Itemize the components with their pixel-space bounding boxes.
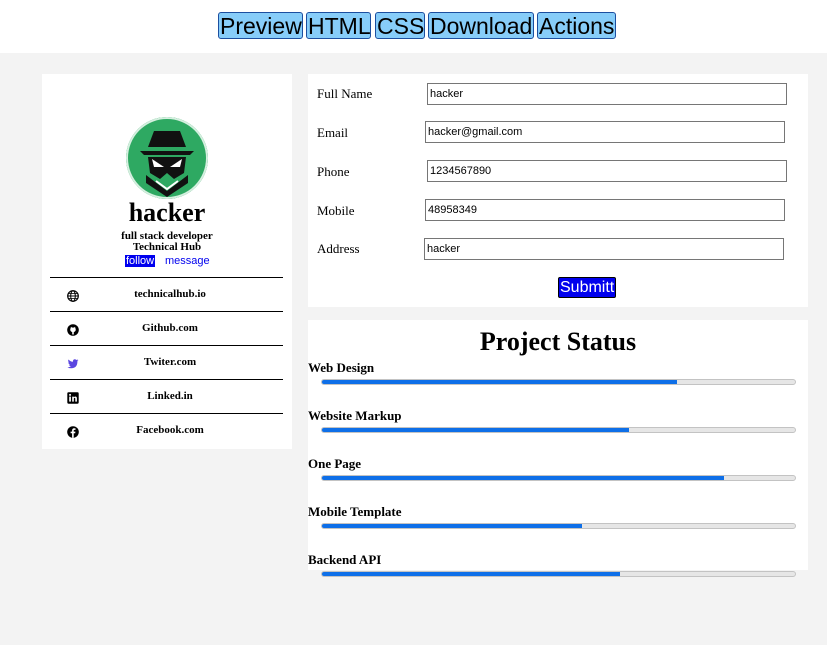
github-icon bbox=[67, 323, 79, 336]
progress-fill bbox=[322, 572, 620, 576]
progress-fill bbox=[322, 524, 583, 528]
profile-form: Full Name Email Phone Mobile Address Sub… bbox=[308, 74, 808, 307]
link-label: Github.com bbox=[142, 322, 198, 334]
project-status-title: Project Status bbox=[479, 327, 637, 356]
link-row-facebook[interactable]: Facebook.com bbox=[50, 413, 283, 447]
mobile-label: Mobile bbox=[317, 203, 355, 218]
actions-button[interactable]: Actions bbox=[537, 12, 616, 39]
project-status-panel: Project Status Web Design Website Markup… bbox=[308, 320, 808, 577]
submit-button[interactable]: Submitt bbox=[558, 277, 617, 298]
progress-bar bbox=[321, 379, 796, 385]
progress-label: Web Design bbox=[308, 360, 375, 375]
hacker-avatar-icon bbox=[126, 117, 208, 199]
message-link[interactable]: message bbox=[165, 255, 210, 267]
globe-icon bbox=[67, 289, 79, 302]
profile-org: Technical Hub bbox=[132, 241, 202, 253]
progress-fill bbox=[322, 428, 630, 432]
progress-bar bbox=[321, 427, 796, 433]
follow-button[interactable]: follow bbox=[125, 255, 156, 267]
download-button[interactable]: Download bbox=[428, 12, 534, 39]
profile-username: hacker bbox=[128, 198, 206, 227]
html-button[interactable]: HTML bbox=[306, 12, 371, 39]
address-label: Address bbox=[317, 241, 360, 256]
email-label: Email bbox=[317, 125, 349, 140]
profile-card: hacker full stack developer Technical Hu… bbox=[42, 74, 292, 449]
link-label: Facebook.com bbox=[136, 424, 204, 436]
mobile-input[interactable] bbox=[425, 199, 785, 221]
top-toolbar: Preview HTML CSS Download Actions bbox=[0, 0, 827, 53]
preview-button[interactable]: Preview bbox=[218, 12, 303, 39]
phone-label: Phone bbox=[317, 164, 350, 179]
full-name-label: Full Name bbox=[317, 86, 373, 101]
link-row-twitter[interactable]: Twiter.com bbox=[50, 345, 283, 379]
progress-fill bbox=[322, 476, 725, 480]
progress-fill bbox=[322, 380, 677, 384]
facebook-icon bbox=[67, 425, 79, 438]
avatar bbox=[126, 117, 208, 199]
progress-label: Website Markup bbox=[308, 408, 402, 423]
address-input[interactable] bbox=[424, 238, 784, 260]
link-row-github[interactable]: Github.com bbox=[50, 311, 283, 345]
link-label: Linked.in bbox=[147, 390, 193, 402]
link-label: Twiter.com bbox=[143, 356, 197, 368]
email-input[interactable] bbox=[425, 121, 785, 143]
css-button[interactable]: CSS bbox=[375, 12, 425, 39]
progress-label: Mobile Template bbox=[308, 504, 402, 519]
link-label: technicalhub.io bbox=[134, 288, 206, 300]
full-name-input[interactable] bbox=[427, 83, 787, 105]
progress-label: One Page bbox=[308, 456, 362, 471]
progress-bar bbox=[321, 523, 796, 529]
linkedin-icon bbox=[67, 391, 79, 404]
link-row-linkedin[interactable]: Linked.in bbox=[50, 379, 283, 413]
progress-bar bbox=[321, 475, 796, 481]
phone-input[interactable] bbox=[427, 160, 787, 182]
twitter-icon bbox=[67, 357, 79, 369]
link-row-website[interactable]: technicalhub.io bbox=[50, 277, 283, 311]
social-links-list: technicalhub.io Github.com Twiter.com Li… bbox=[50, 277, 283, 447]
progress-bar bbox=[321, 571, 796, 577]
progress-label: Backend API bbox=[308, 552, 382, 567]
